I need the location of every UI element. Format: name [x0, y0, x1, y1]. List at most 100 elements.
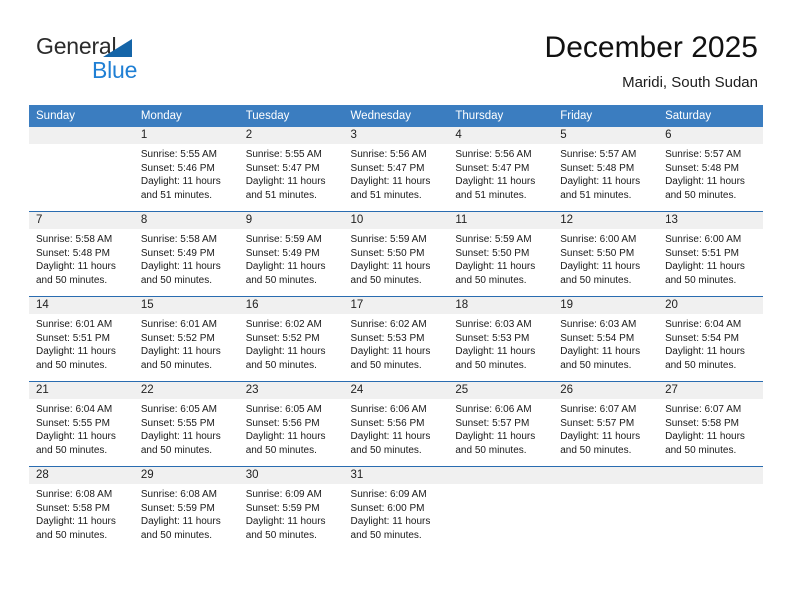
day-number: 20 [658, 297, 763, 314]
daylight-text-line1: Daylight: 11 hours [665, 176, 745, 188]
sunset-text: Sunset: 5:58 PM [665, 417, 739, 429]
sunset-text: Sunset: 5:50 PM [455, 247, 530, 259]
day-number: 11 [448, 212, 554, 229]
day-cell[interactable]: 2 Sunrise: 5:55 AM Sunset: 5:47 PM Daylight… [238, 127, 344, 212]
day-number: 24 [343, 382, 449, 399]
day-cell[interactable]: 14 Sunrise: 6:01 AM Sunset: 5:51 PM Dayligh… [29, 296, 134, 382]
day-cell[interactable]: 13 Sunrise: 6:00 AM Sunset: 5:51 PM Dayligh… [658, 211, 763, 297]
day-details: Sunrise: 5:58 AM Sunset: 5:48 PM Daylight:… [29, 229, 134, 287]
day-cell[interactable]: 4 Sunrise: 5:56 AM Sunset: 5:47 PM Daylight… [448, 127, 554, 212]
calendar-week-row: 28 Sunrise: 6:08 AM Sunset: 5:58 PM Dayligh… [29, 466, 763, 551]
day-details [29, 144, 134, 148]
sunrise-text: Sunrise: 6:01 AM [140, 319, 217, 330]
day-cell[interactable]: 16 Sunrise: 6:02 AM Sunset: 5:52 PM Dayligh… [238, 296, 344, 382]
day-details: Sunrise: 6:00 AM Sunset: 5:50 PM Daylight:… [553, 229, 658, 287]
day-number: 7 [29, 212, 134, 229]
day-cell[interactable]: 10 Sunrise: 5:59 AM Sunset: 5:50 PM Dayligh… [343, 211, 449, 297]
sunset-text: Sunset: 5:56 PM [350, 417, 425, 429]
daylight-text-line2: and 50 minutes. [36, 359, 108, 371]
daylight-text-line1: Daylight: 11 hours [140, 431, 221, 443]
day-cell[interactable] [29, 127, 134, 212]
daylight-text-line2: and 50 minutes. [350, 274, 422, 286]
day-details: Sunrise: 6:04 AM Sunset: 5:55 PM Daylight:… [29, 399, 134, 457]
day-details: Sunrise: 6:08 AM Sunset: 5:58 PM Daylight:… [29, 484, 134, 542]
day-cell[interactable]: 9 Sunrise: 5:59 AM Sunset: 5:49 PM Daylight… [238, 211, 344, 297]
day-cell[interactable]: 3 Sunrise: 5:56 AM Sunset: 5:47 PM Daylight… [343, 127, 449, 212]
day-cell[interactable]: 11 Sunrise: 5:59 AM Sunset: 5:50 PM Dayligh… [448, 211, 554, 297]
day-cell[interactable]: 19 Sunrise: 6:03 AM Sunset: 5:54 PM Dayligh… [553, 296, 659, 382]
day-cell[interactable]: 23 Sunrise: 6:05 AM Sunset: 5:56 PM Dayligh… [238, 381, 344, 467]
day-cell[interactable]: 8 Sunrise: 5:58 AM Sunset: 5:49 PM Daylight… [133, 211, 239, 297]
weekday-header-tuesday: Tuesday [238, 105, 344, 127]
day-cell[interactable] [448, 466, 554, 551]
day-details: Sunrise: 6:06 AM Sunset: 5:57 PM Daylight:… [448, 399, 553, 457]
day-cell[interactable]: 28 Sunrise: 6:08 AM Sunset: 5:58 PM Dayligh… [29, 466, 134, 551]
sunset-text: Sunset: 5:49 PM [245, 247, 320, 259]
calendar-week-row: 14 Sunrise: 6:01 AM Sunset: 5:51 PM Dayligh… [29, 296, 763, 382]
title-block: December 2025 Maridi, South Sudan [545, 30, 758, 94]
sunrise-text: Sunrise: 6:07 AM [560, 404, 637, 415]
day-number: 17 [343, 297, 449, 314]
daylight-text-line1: Daylight: 11 hours [560, 431, 641, 443]
day-details [658, 484, 763, 488]
day-details: Sunrise: 6:05 AM Sunset: 5:55 PM Daylight:… [134, 399, 239, 457]
day-cell[interactable]: 15 Sunrise: 6:01 AM Sunset: 5:52 PM Dayligh… [133, 296, 239, 382]
page-header: General Blue December 2025 Maridi, South… [0, 0, 792, 104]
calendar-week-row: 1 Sunrise: 5:55 AM Sunset: 5:46 PM Daylight… [29, 127, 763, 212]
day-details: Sunrise: 6:09 AM Sunset: 5:59 PM Daylight:… [239, 484, 344, 542]
day-cell[interactable]: 31 Sunrise: 6:09 AM Sunset: 6:00 PM Dayligh… [343, 466, 449, 551]
day-cell[interactable]: 6 Sunrise: 5:57 AM Sunset: 5:48 PM Daylight… [658, 127, 763, 212]
day-cell[interactable]: 29 Sunrise: 6:08 AM Sunset: 5:59 PM Dayligh… [133, 466, 239, 551]
day-cell[interactable] [658, 466, 763, 551]
day-cell[interactable]: 22 Sunrise: 6:05 AM Sunset: 5:55 PM Dayligh… [133, 381, 239, 467]
day-number: 9 [238, 212, 344, 229]
day-cell[interactable]: 26 Sunrise: 6:07 AM Sunset: 5:57 PM Dayligh… [553, 381, 659, 467]
day-cell[interactable]: 17 Sunrise: 6:02 AM Sunset: 5:53 PM Dayligh… [343, 296, 449, 382]
day-cell[interactable]: 27 Sunrise: 6:07 AM Sunset: 5:58 PM Dayligh… [658, 381, 763, 467]
sunset-text: Sunset: 5:55 PM [140, 417, 215, 429]
day-cell[interactable]: 30 Sunrise: 6:09 AM Sunset: 5:59 PM Dayligh… [238, 466, 344, 551]
day-number: 23 [238, 382, 344, 399]
day-cell[interactable]: 7 Sunrise: 5:58 AM Sunset: 5:48 PM Daylight… [29, 211, 134, 297]
daylight-text-line2: and 50 minutes. [140, 529, 213, 541]
weekday-header-friday: Friday [553, 105, 659, 127]
daylight-text-line2: and 50 minutes. [36, 274, 108, 286]
sunrise-text: Sunrise: 6:04 AM [665, 319, 742, 330]
day-cell[interactable]: 20 Sunrise: 6:04 AM Sunset: 5:54 PM Dayligh… [658, 296, 763, 382]
day-number [448, 467, 554, 484]
day-cell[interactable]: 12 Sunrise: 6:00 AM Sunset: 5:50 PM Dayligh… [553, 211, 659, 297]
sunrise-text: Sunrise: 6:09 AM [245, 489, 322, 500]
day-cell[interactable]: 1 Sunrise: 5:55 AM Sunset: 5:46 PM Daylight… [133, 127, 239, 212]
day-number: 14 [29, 297, 134, 314]
daylight-text-line1: Daylight: 11 hours [350, 346, 431, 358]
day-number: 30 [238, 467, 344, 484]
weekday-header-wednesday: Wednesday [343, 105, 449, 127]
day-cell[interactable]: 5 Sunrise: 5:57 AM Sunset: 5:48 PM Daylight… [553, 127, 659, 212]
sunrise-text: Sunrise: 5:56 AM [350, 149, 427, 160]
daylight-text-line2: and 50 minutes. [245, 529, 317, 541]
day-cell[interactable]: 25 Sunrise: 6:06 AM Sunset: 5:57 PM Dayligh… [448, 381, 554, 467]
day-number: 6 [658, 127, 763, 144]
weekday-header-monday: Monday [133, 105, 239, 127]
daylight-text-line2: and 50 minutes. [140, 359, 213, 371]
day-details: Sunrise: 5:57 AM Sunset: 5:48 PM Daylight:… [553, 144, 658, 202]
day-details: Sunrise: 6:08 AM Sunset: 5:59 PM Daylight:… [134, 484, 239, 542]
sunrise-text: Sunrise: 6:01 AM [36, 319, 113, 330]
sunset-text: Sunset: 5:51 PM [665, 247, 739, 259]
daylight-text-line1: Daylight: 11 hours [245, 346, 326, 358]
day-cell[interactable]: 24 Sunrise: 6:06 AM Sunset: 5:56 PM Dayligh… [343, 381, 449, 467]
daylight-text-line1: Daylight: 11 hours [140, 261, 221, 273]
sunrise-text: Sunrise: 5:55 AM [140, 149, 217, 160]
sunrise-text: Sunrise: 5:57 AM [665, 149, 742, 160]
day-details: Sunrise: 5:55 AM Sunset: 5:47 PM Daylight:… [239, 144, 344, 202]
sunrise-text: Sunrise: 5:59 AM [245, 234, 322, 245]
general-blue-logo[interactable]: General Blue [36, 33, 236, 89]
day-cell[interactable]: 21 Sunrise: 6:04 AM Sunset: 5:55 PM Dayligh… [29, 381, 134, 467]
day-cell[interactable]: 18 Sunrise: 6:03 AM Sunset: 5:53 PM Dayligh… [448, 296, 554, 382]
daylight-text-line1: Daylight: 11 hours [665, 261, 745, 273]
day-number [658, 467, 763, 484]
day-number: 13 [658, 212, 763, 229]
daylight-text-line2: and 50 minutes. [36, 529, 108, 541]
day-details: Sunrise: 5:56 AM Sunset: 5:47 PM Daylight:… [448, 144, 553, 202]
day-cell[interactable] [553, 466, 659, 551]
